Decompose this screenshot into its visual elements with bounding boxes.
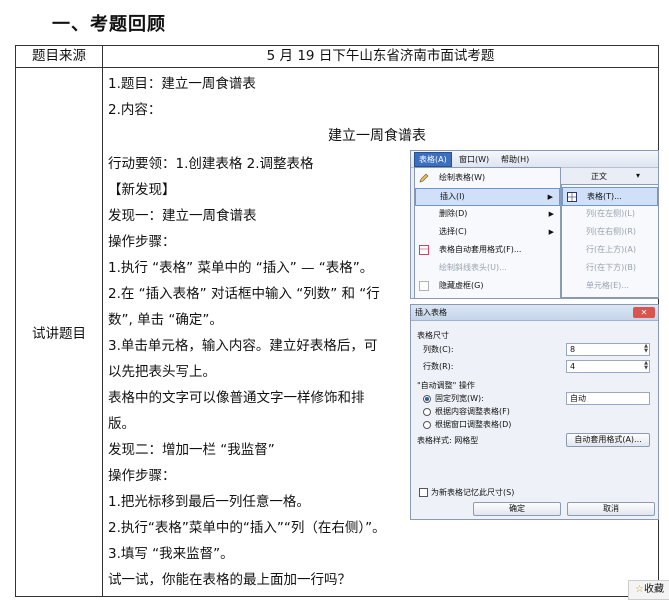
- rows-input[interactable]: 4 ▲ ▼: [566, 360, 650, 373]
- menu-help[interactable]: 帮助(H): [497, 153, 533, 166]
- content-line: 版。: [108, 416, 135, 432]
- content-line: 3.填写 “我来监督”。: [108, 546, 234, 562]
- menubar: 表格(A) 窗口(W) 帮助(H): [411, 151, 658, 168]
- arrow-right-icon: ▶: [548, 210, 554, 218]
- rows-label: 行数(R):: [423, 362, 454, 371]
- content-line: 2.在 “插入表格” 对话框中输入 “列数” 和 “行: [108, 286, 380, 302]
- topic-label: 试讲题目: [15, 67, 103, 597]
- opt-fixed-label: 固定列宽(W):: [435, 394, 484, 403]
- autofit-group-label: "自动调整" 操作: [417, 381, 475, 390]
- content-line: 发现一：建立一周食谱表: [108, 208, 257, 224]
- content-line: 操作步骤：: [108, 234, 176, 250]
- submenu-item-row-below[interactable]: 行(在下方)(B): [562, 259, 658, 276]
- submenu-item-table[interactable]: 表格(T)...: [562, 187, 658, 206]
- arrow-right-icon: ▶: [547, 193, 553, 201]
- table-format-icon: [419, 245, 429, 255]
- submenu-item-row-above[interactable]: 行(在上方)(A): [562, 241, 658, 258]
- menu-item-autoformat[interactable]: 表格自动套用格式(F)...: [415, 242, 560, 258]
- close-icon[interactable]: ✕: [633, 307, 655, 318]
- content-line: 以先把表头写上。: [108, 364, 216, 380]
- spinner-arrows-icon[interactable]: ▲ ▼: [644, 361, 648, 371]
- menu-item-diagonal-header[interactable]: 绘制斜线表头(U)...: [415, 260, 560, 276]
- grid-icon: [419, 281, 429, 291]
- chevron-down-icon[interactable]: ▾: [636, 171, 640, 180]
- content-line: 3.单击单元格，输入内容。建立好表格后，可: [108, 338, 378, 354]
- collect-button[interactable]: ☆收藏: [628, 580, 669, 600]
- table-style-label: 表格样式: 网格型: [417, 436, 479, 445]
- menu-item-insert[interactable]: 插入(I) ▶: [415, 188, 560, 206]
- content-line: 2.执行“表格”菜单中的“插入”“列（在右侧）”。: [108, 520, 386, 536]
- pencil-icon: [419, 173, 429, 183]
- cols-input[interactable]: 8 ▲ ▼: [566, 343, 650, 356]
- insert-submenu: 表格(T)... 列(在左侧)(L) 列(在右侧)(R) 行(在上方)(A) 行…: [561, 184, 659, 298]
- content-line: 1.执行 “表格” 菜单中的 “插入” — “表格”。: [108, 260, 374, 276]
- table-dropdown: 绘制表格(W) 插入(I) ▶ 删除(D) ▶ 选择(C) ▶ 表格自动套用格式(F)…: [414, 167, 561, 299]
- submenu-item-cell[interactable]: 单元格(E)...: [562, 277, 658, 294]
- submenu-item-col-right[interactable]: 列(在右侧)(R): [562, 223, 658, 240]
- submenu-item-col-left[interactable]: 列(在左侧)(L): [562, 205, 658, 222]
- content-line: 操作步骤：: [108, 468, 176, 484]
- section-heading: 一、考题回顾: [52, 14, 166, 35]
- menu-window[interactable]: 窗口(W): [455, 153, 493, 166]
- dialog-title: 插入表格: [415, 308, 447, 317]
- size-group-label: 表格尺寸: [417, 331, 449, 340]
- radio-fit-content[interactable]: [423, 408, 431, 416]
- fixed-width-input[interactable]: 自动: [566, 392, 650, 405]
- content-line: 表格中的文字可以像普通文字一样修饰和排: [108, 390, 365, 406]
- radio-fixed-width[interactable]: [423, 395, 431, 403]
- content-line: 试一试，你能在表格的最上面加一行吗？: [108, 572, 351, 588]
- content-line: 行动要领：1.创建表格 2.调整表格: [108, 156, 314, 172]
- cancel-button[interactable]: 取消: [567, 502, 655, 516]
- toolbar-fragment: 正文 ▾: [561, 168, 656, 184]
- dialog-titlebar: 插入表格 ✕: [411, 305, 658, 321]
- radio-fit-window[interactable]: [423, 421, 431, 429]
- content-line: 1.把光标移到最后一列任意一格。: [108, 494, 310, 510]
- table-icon: [567, 191, 577, 202]
- collect-label: 收藏: [643, 584, 664, 595]
- menu-item-draw-table[interactable]: 绘制表格(W): [415, 170, 560, 186]
- menu-table[interactable]: 表格(A): [414, 152, 452, 167]
- content-line: 发现二：增加一栏 “我监督”: [108, 442, 275, 458]
- star-icon: ☆: [635, 584, 644, 595]
- content-line: 数”, 单击 “确定”。: [108, 312, 223, 328]
- insert-table-dialog: 插入表格 ✕ 表格尺寸 列数(C): 8 ▲ ▼ 行数(R): 4 ▲ ▼ "自动调整"…: [410, 304, 659, 520]
- cols-label: 列数(C):: [423, 345, 454, 354]
- arrow-right-icon: ▶: [548, 228, 554, 236]
- center-title: 建立一周食谱表: [328, 128, 426, 144]
- opt-window-label: 根据窗口调整表格(D): [435, 420, 512, 429]
- content-line: 【新发现】: [108, 182, 176, 198]
- style-box[interactable]: 正文: [591, 171, 607, 182]
- ok-button[interactable]: 确定: [473, 502, 561, 516]
- menu-item-delete[interactable]: 删除(D) ▶: [415, 206, 560, 222]
- source-value: 5 月 19 日下午山东省济南市面试考题: [102, 45, 659, 68]
- menu-item-hide-gridlines[interactable]: 隐藏虚框(G): [415, 278, 560, 294]
- remember-size-checkbox[interactable]: [419, 488, 428, 497]
- content-line: 2.内容：: [108, 102, 162, 118]
- menu-item-select[interactable]: 选择(C) ▶: [415, 224, 560, 240]
- remember-size-label: 为新表格记忆此尺寸(S): [431, 488, 515, 497]
- menu-screenshot: 表格(A) 窗口(W) 帮助(H) 正文 ▾ 绘制表格(W) 插入(I) ▶ 删除…: [410, 150, 659, 299]
- opt-content-label: 根据内容调整表格(F): [435, 407, 510, 416]
- autoformat-button[interactable]: 自动套用格式(A)...: [566, 433, 650, 447]
- content-line: 1.题目：建立一周食谱表: [108, 76, 256, 92]
- table-row: 题目来源 5 月 19 日下午山东省济南市面试考题: [15, 45, 659, 68]
- spinner-arrows-icon[interactable]: ▲ ▼: [644, 344, 648, 354]
- source-label: 题目来源: [15, 45, 103, 68]
